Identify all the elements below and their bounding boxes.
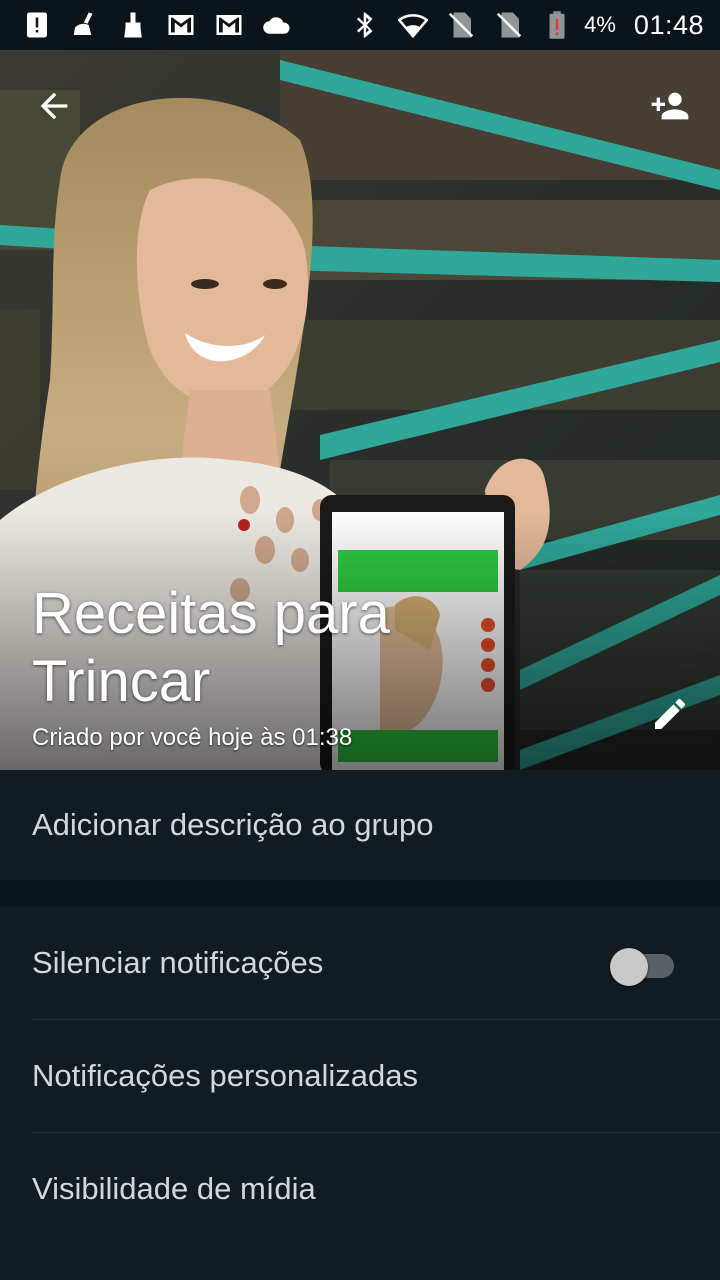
bluetooth-icon — [350, 10, 380, 40]
mute-notifications-label: Silenciar notificações — [32, 944, 324, 980]
battery-low-icon — [542, 10, 572, 40]
no-sim-icon — [494, 10, 524, 40]
mute-notifications-toggle[interactable] — [610, 946, 674, 986]
group-name: Receitas para Trincar — [32, 581, 390, 714]
custom-notifications-label: Notificações personalizadas — [32, 1057, 418, 1093]
status-bar-left — [22, 10, 292, 40]
status-bar: 4% 01:48 — [0, 0, 720, 50]
section-divider — [0, 880, 720, 906]
add-person-icon — [651, 92, 689, 120]
gmail-icon — [214, 10, 244, 40]
edit-group-name-button[interactable] — [642, 686, 698, 742]
brush-icon — [118, 10, 148, 40]
battery-percent: 4% — [584, 12, 616, 37]
alert-icon — [22, 10, 52, 40]
group-created-info: Criado por você hoje às 01:38 — [32, 724, 353, 751]
add-description-label: Adicionar descrição ao grupo — [32, 807, 434, 842]
cloud-icon — [262, 10, 292, 40]
wifi-icon — [398, 10, 429, 40]
group-header: Receitas para Trincar Criado por você ho… — [0, 50, 720, 770]
add-description-row[interactable]: Adicionar descrição ao grupo — [0, 770, 720, 880]
edit-pencil-icon — [655, 698, 685, 729]
clock: 01:48 — [633, 9, 704, 40]
arrow-back-icon — [40, 92, 68, 120]
no-sim-icon — [446, 10, 476, 40]
back-button[interactable] — [26, 78, 82, 134]
add-participant-button[interactable] — [642, 78, 698, 134]
status-bar-right: 4% 01:48 — [350, 10, 704, 41]
settings-list: Silenciar notificações Notificações pers… — [0, 906, 720, 1280]
toggle-knob — [610, 948, 648, 986]
media-visibility-label: Visibilidade de mídia — [32, 1170, 316, 1206]
custom-notifications-row[interactable]: Notificações personalizadas — [0, 1019, 720, 1132]
cleaner-icon — [70, 10, 100, 40]
mute-notifications-row[interactable]: Silenciar notificações — [0, 906, 720, 1019]
media-visibility-row[interactable]: Visibilidade de mídia — [0, 1132, 720, 1245]
gmail-icon — [166, 10, 196, 40]
